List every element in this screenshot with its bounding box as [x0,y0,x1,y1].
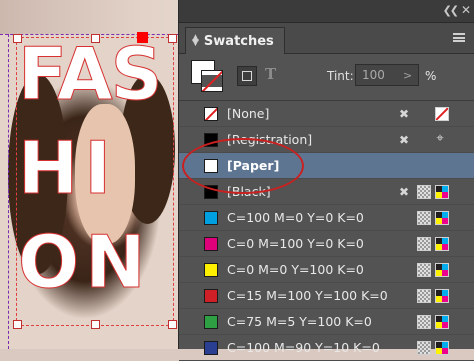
resize-handle[interactable] [13,320,22,329]
cmyk-icon [435,211,449,225]
swatch-chip [204,237,218,251]
swatch-row-green[interactable]: C=75 M=5 Y=100 K=0 [179,309,474,335]
registration-icon: ⌖ [436,133,444,145]
expand-arrows-icon[interactable]: ▲ ▼ [192,34,199,48]
double-chevron-left-icon[interactable]: ❮❮ [443,4,460,17]
swatch-name: C=100 M=90 Y=10 K=0 [227,340,380,355]
panel-tab-bar: ▲ ▼ Swatches [179,23,474,54]
tab-swatches-label: Swatches [203,33,274,49]
resize-handle[interactable] [168,320,177,329]
stroke-swatch[interactable] [201,70,223,92]
swatch-row-yellow[interactable]: C=0 M=0 Y=100 K=0 [179,257,474,283]
formatting-affects-container-button[interactable] [237,66,257,86]
process-color-icon [417,211,431,225]
swatch-name: C=75 M=5 Y=100 K=0 [227,314,372,329]
no-edit-icon: ✖ [398,185,410,199]
no-edit-icon: ✖ [398,133,410,147]
tint-label: Tint: [327,69,354,83]
resize-handle[interactable] [168,34,177,43]
close-icon[interactable]: ✕ [461,3,471,17]
swatch-controls: T Tint: 100 > % [179,54,474,101]
swatch-row-magenta[interactable]: C=0 M=100 Y=0 K=0 [179,231,474,257]
text-frame-selection[interactable] [16,37,174,326]
tab-swatches[interactable]: ▲ ▼ Swatches [185,27,285,54]
panel-title-bar[interactable]: ❮❮ ✕ [179,0,474,23]
swatch-name: C=0 M=100 Y=0 K=0 [227,236,364,251]
process-color-icon [417,185,431,199]
process-color-icon [417,289,431,303]
swatch-chip [204,341,218,355]
swatch-chip [204,107,218,121]
fill-stroke-widget[interactable] [191,60,225,94]
cmyk-icon [435,341,449,355]
frame-guide-left [8,34,9,349]
out-port-handle[interactable] [137,32,148,43]
swatch-chip [204,263,218,277]
cmyk-icon [435,185,449,199]
resize-handle[interactable] [91,320,100,329]
swatch-chip [204,289,218,303]
tint-slider-arrow-icon[interactable]: > [403,69,412,82]
process-color-icon [417,315,431,329]
swatch-chip [204,211,218,225]
process-color-icon [417,341,431,355]
container-icon [242,71,252,81]
swatch-row-cyan[interactable]: C=100 M=0 Y=0 K=0 [179,205,474,231]
none-mode-icon [435,107,449,121]
hamburger-menu-icon[interactable] [453,33,465,42]
resize-handle[interactable] [13,34,22,43]
annotation-ellipse [182,138,304,194]
swatch-row-blue[interactable]: C=100 M=90 Y=10 K=0 [179,335,474,361]
process-color-icon [417,263,431,277]
swatch-name: [None] [227,106,270,121]
swatch-row-none[interactable]: [None] ✖ [179,101,474,127]
swatch-name: C=0 M=0 Y=100 K=0 [227,262,364,277]
cmyk-icon [435,237,449,251]
swatch-row-red[interactable]: C=15 M=100 Y=100 K=0 [179,283,474,309]
no-edit-icon: ✖ [398,107,410,121]
cmyk-icon [435,315,449,329]
cmyk-icon [435,263,449,277]
swatch-chip [204,315,218,329]
tint-percent-label: % [425,69,437,83]
formatting-affects-text-button[interactable]: T [265,65,276,83]
swatch-name: C=100 M=0 Y=0 K=0 [227,210,364,225]
resize-handle[interactable] [91,34,100,43]
swatch-name: C=15 M=100 Y=100 K=0 [227,288,388,303]
cmyk-icon [435,289,449,303]
process-color-icon [417,237,431,251]
